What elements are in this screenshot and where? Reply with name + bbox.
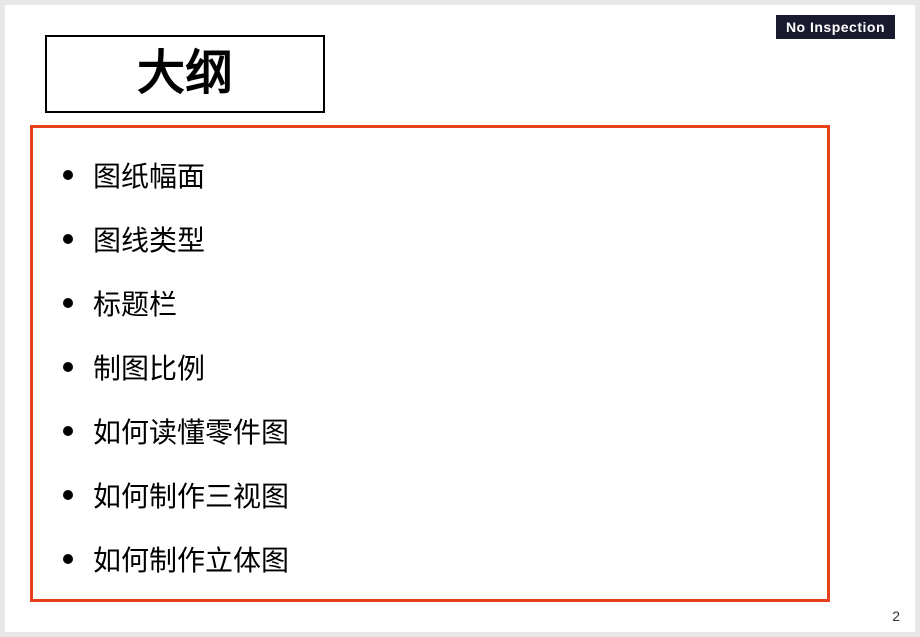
bullet-text-1: 图纸幅面 <box>93 155 205 195</box>
bullet-text-3: 标题栏 <box>93 283 177 323</box>
list-item: 图纸幅面 <box>63 143 797 207</box>
bullet-text-7: 如何制作立体图 <box>93 539 289 579</box>
list-item: 图线类型 <box>63 207 797 271</box>
slide-title: 大纲 <box>137 47 233 100</box>
list-item: 如何制作立体图 <box>63 527 797 591</box>
bullet-dot <box>63 170 73 180</box>
list-item: 制图比例 <box>63 335 797 399</box>
bullet-text-5: 如何读懂零件图 <box>93 411 289 451</box>
list-item: 如何读懂零件图 <box>63 399 797 463</box>
bullet-text-2: 图线类型 <box>93 219 205 259</box>
bullet-dot <box>63 554 73 564</box>
bullet-list: 图纸幅面 图线类型 标题栏 制图比例 如何读懂零件图 <box>63 143 797 591</box>
bullet-dot <box>63 234 73 244</box>
bullet-text-4: 制图比例 <box>93 347 205 387</box>
bullet-dot <box>63 298 73 308</box>
title-box: 大纲 <box>45 35 325 113</box>
list-item: 如何制作三视图 <box>63 463 797 527</box>
bullet-dot <box>63 362 73 372</box>
list-item: 标题栏 <box>63 271 797 335</box>
page-number: 2 <box>892 608 900 624</box>
content-box: 图纸幅面 图线类型 标题栏 制图比例 如何读懂零件图 <box>30 125 830 602</box>
slide-container: No Inspection 大纲 图纸幅面 图线类型 标题栏 <box>0 0 920 637</box>
no-inspection-badge: No Inspection <box>776 15 895 39</box>
bullet-dot <box>63 490 73 500</box>
bullet-text-6: 如何制作三视图 <box>93 475 289 515</box>
slide-area: No Inspection 大纲 图纸幅面 图线类型 标题栏 <box>5 5 915 632</box>
bullet-dot <box>63 426 73 436</box>
